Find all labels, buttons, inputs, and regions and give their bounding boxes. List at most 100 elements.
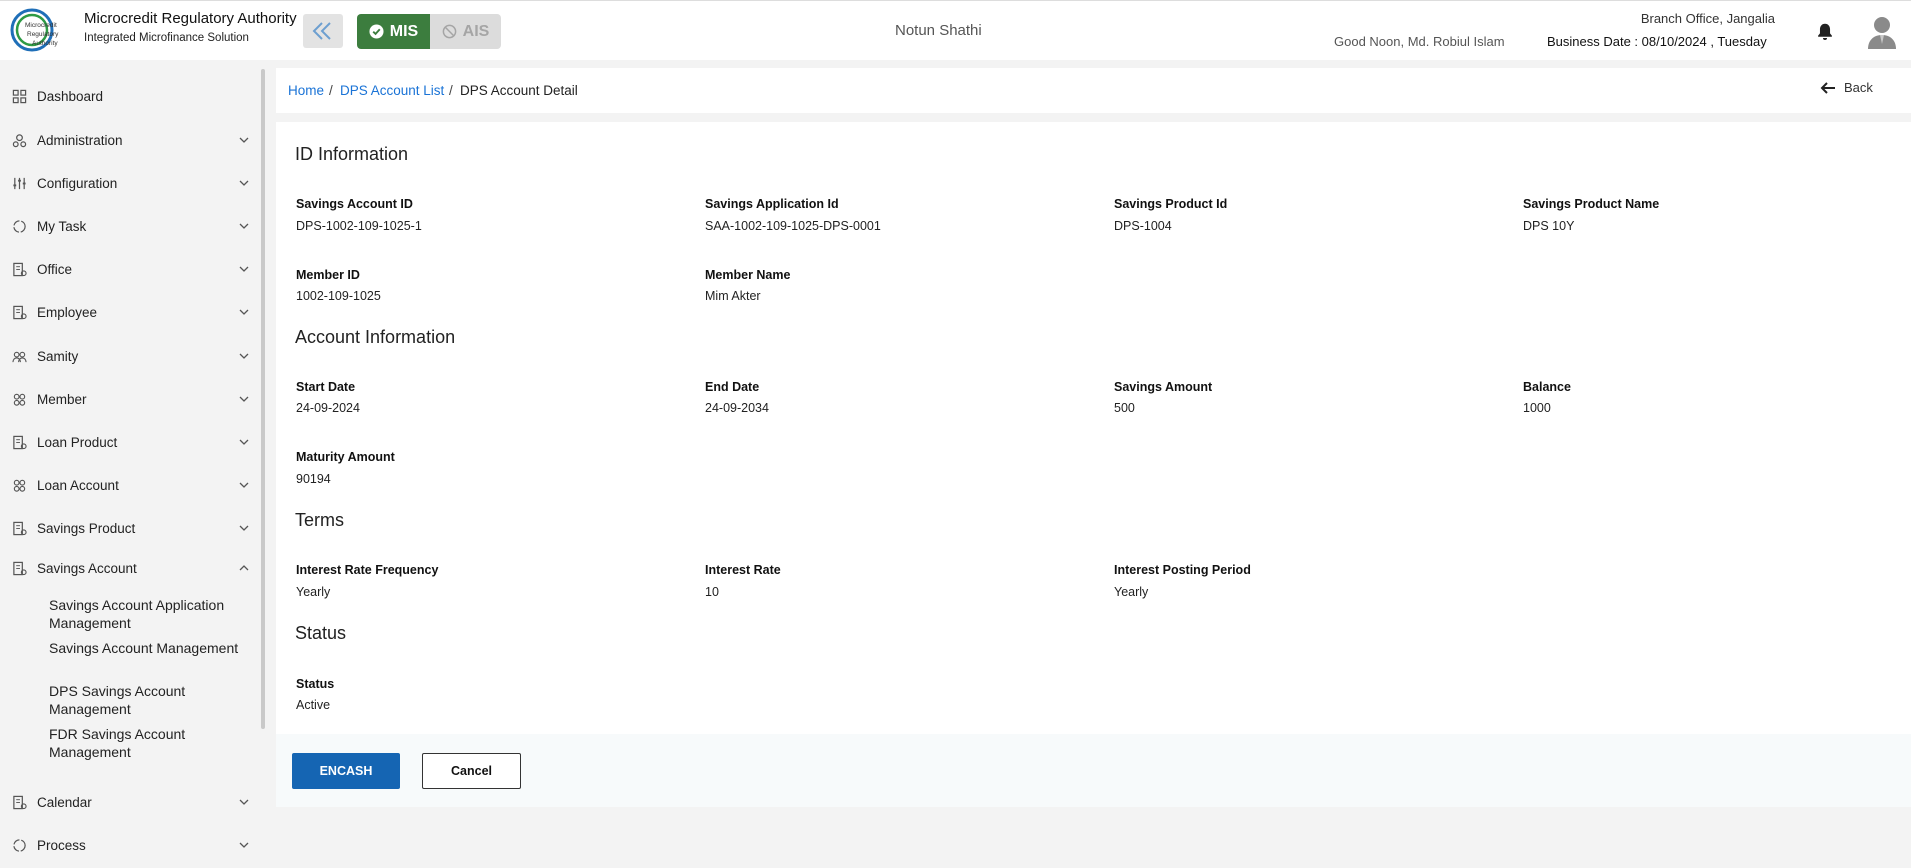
sidebar-subitem-savings-application[interactable]: Savings Account Application Management — [49, 596, 249, 632]
chevron-down-icon — [239, 180, 249, 186]
sidebar-subitem-savings-account-management[interactable]: Savings Account Management — [49, 639, 249, 657]
calendar-icon — [13, 795, 27, 809]
breadcrumb-dps-list-link[interactable]: DPS Account List — [340, 83, 444, 98]
section-title-status: Status — [295, 623, 347, 643]
chevron-up-icon — [239, 565, 249, 571]
breadcrumb: Home / DPS Account List / DPS Account De… — [276, 68, 1911, 113]
business-date: Business Date : 08/10/2024 , Tuesday — [1547, 34, 1767, 49]
chevron-down-icon — [239, 353, 249, 359]
svg-text:Authority: Authority — [32, 40, 58, 47]
notification-bell-icon[interactable] — [1814, 21, 1836, 43]
back-label: Back — [1844, 80, 1873, 95]
section-title-id-information: ID Information — [295, 144, 409, 164]
loan-account-icon — [13, 479, 26, 492]
sidebar-item-configuration[interactable]: Configuration — [0, 166, 260, 200]
org-subtitle: Integrated Microfinance Solution — [84, 32, 249, 44]
sidebar-item-administration[interactable]: Administration — [0, 123, 260, 157]
field-label: Member Name — [705, 268, 791, 282]
sidebar-item-employee[interactable]: Employee — [0, 295, 260, 329]
chevron-down-icon — [239, 482, 249, 488]
field-label: Interest Posting Period — [1114, 563, 1251, 577]
breadcrumb-home-link[interactable]: Home — [288, 83, 324, 98]
breadcrumb-current: DPS Account Detail — [460, 83, 578, 98]
field-value: DPS-1004 — [1114, 219, 1172, 233]
field-value: SAA-1002-109-1025-DPS-0001 — [705, 219, 881, 233]
sidebar-item-loan-product[interactable]: Loan Product — [0, 425, 260, 459]
sidebar-item-samity[interactable]: Samity — [0, 339, 260, 373]
sidebar-item-calendar[interactable]: Calendar — [0, 785, 260, 819]
sidebar-item-savings-product[interactable]: Savings Product — [0, 511, 260, 545]
sidebar-item-label: Employee — [37, 304, 98, 320]
section-title-terms: Terms — [295, 510, 344, 530]
office-icon — [13, 262, 27, 276]
employee-icon — [13, 305, 27, 319]
breadcrumb-separator: / — [449, 83, 453, 98]
mis-mode-button[interactable]: MIS — [357, 14, 430, 49]
sidebar-item-process[interactable]: Process — [0, 828, 260, 862]
chevron-down-icon — [239, 525, 249, 531]
field-label: Savings Account ID — [296, 197, 413, 211]
ais-mode-button[interactable]: AIS — [430, 14, 501, 49]
org-name: Microcredit Regulatory Authority — [84, 10, 297, 27]
task-icon — [13, 219, 26, 233]
action-bar — [276, 734, 1911, 807]
check-circle-icon — [369, 24, 384, 39]
sidebar-item-label: Administration — [37, 132, 123, 148]
sidebar-item-dashboard[interactable]: Dashboard — [0, 79, 260, 113]
field-label: Savings Amount — [1114, 380, 1213, 394]
sidebar-item-label: Office — [37, 261, 73, 277]
field-value: 10 — [705, 585, 719, 599]
field-label: Savings Product Name — [1523, 197, 1660, 211]
svg-text:Microcredit: Microcredit — [25, 22, 57, 29]
field-value: 90194 — [296, 472, 331, 486]
chevron-down-icon — [239, 799, 249, 805]
mis-label: MIS — [389, 22, 419, 40]
sliders-icon — [13, 177, 26, 189]
administration-icon — [12, 133, 27, 147]
field-value: DPS 10Y — [1523, 219, 1575, 233]
field-label: Member ID — [296, 268, 360, 282]
account-detail-panel — [276, 122, 1911, 734]
loan-product-icon — [13, 435, 27, 449]
chevron-down-icon — [239, 137, 249, 143]
chevron-down-icon — [239, 309, 249, 315]
field-value: 24-09-2024 — [296, 401, 360, 415]
sidebar-item-label: Member — [37, 391, 87, 407]
sidebar-item-label: Samity — [37, 348, 79, 364]
ais-label: AIS — [462, 22, 490, 40]
mode-toggle: MIS AIS — [357, 14, 501, 49]
sidebar-item-label: My Task — [37, 218, 87, 234]
breadcrumb-separator: / — [329, 83, 333, 98]
field-label: Maturity Amount — [296, 450, 395, 464]
ban-icon — [442, 24, 456, 39]
samity-title: Notun Shathi — [895, 22, 982, 39]
collapse-sidebar-button[interactable] — [303, 14, 343, 48]
sidebar-item-label: Dashboard — [37, 88, 104, 104]
sidebar-item-label: Process — [37, 837, 86, 853]
field-label: Savings Application Id — [705, 197, 839, 211]
field-value: 24-09-2034 — [705, 401, 769, 415]
sidebar-item-my-task[interactable]: My Task — [0, 209, 260, 243]
sidebar-item-savings-account[interactable]: Savings Account — [0, 551, 260, 585]
back-button[interactable]: Back — [1820, 80, 1873, 95]
user-avatar-icon[interactable] — [1866, 15, 1898, 49]
sidebar-item-label: Calendar — [37, 794, 92, 810]
mra-logo: Microcredit Regulatory Authority — [10, 8, 59, 52]
sidebar-item-label: Savings Account — [37, 560, 137, 576]
encash-button[interactable]: ENCASH — [292, 753, 400, 789]
field-value: DPS-1002-109-1025-1 — [296, 219, 422, 233]
field-label: End Date — [705, 380, 760, 394]
sidebar-item-label: Loan Account — [37, 477, 119, 493]
svg-text:Regulatory: Regulatory — [27, 31, 59, 38]
field-label: Status — [296, 677, 335, 691]
sidebar-scrollbar[interactable] — [261, 69, 265, 729]
cancel-button[interactable]: Cancel — [422, 753, 521, 789]
field-value: 1000 — [1523, 401, 1551, 415]
chevron-down-icon — [239, 266, 249, 272]
sidebar-item-office[interactable]: Office — [0, 252, 260, 286]
sidebar-subitem-dps-savings-account[interactable]: DPS Savings Account Management — [49, 682, 249, 718]
sidebar-item-loan-account[interactable]: Loan Account — [0, 468, 260, 502]
sidebar-subitem-fdr-savings-account[interactable]: FDR Savings Account Management — [49, 725, 249, 761]
sidebar-item-member[interactable]: Member — [0, 382, 260, 416]
process-icon — [13, 838, 26, 852]
